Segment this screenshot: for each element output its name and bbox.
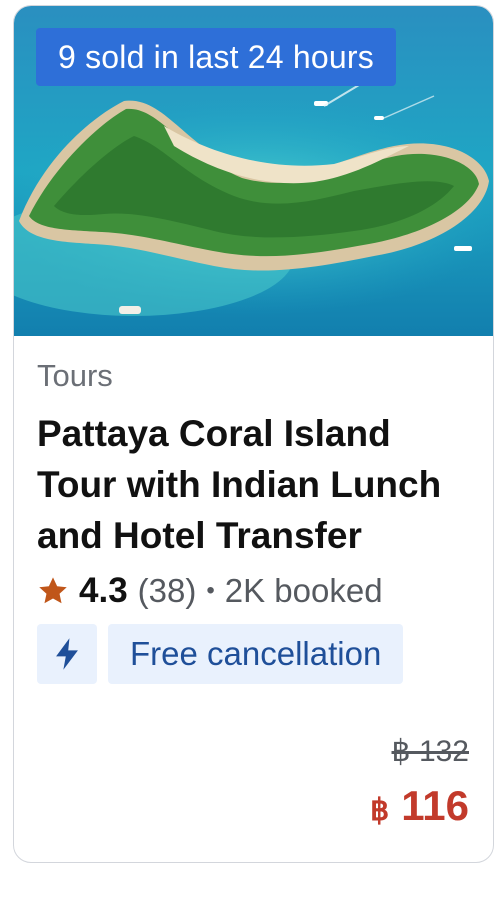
- sold-count-badge: 9 sold in last 24 hours: [36, 28, 396, 86]
- separator-dot: •: [206, 577, 215, 604]
- lightning-bolt-icon: [56, 638, 78, 670]
- category-label: Tours: [37, 358, 113, 393]
- price-amount: 116: [401, 782, 469, 829]
- instant-confirmation-chip: [37, 624, 97, 684]
- rating-value: 4.3: [79, 571, 128, 610]
- price-currency: ฿: [370, 794, 390, 827]
- free-cancellation-chip: Free cancellation: [108, 624, 404, 684]
- review-count: (38): [137, 572, 197, 609]
- original-price: ฿ 132: [391, 735, 469, 768]
- rating-row: 4.3 (38) • 2K booked: [37, 571, 383, 611]
- current-price: ฿ 116: [370, 782, 469, 830]
- tour-title[interactable]: Pattaya Coral Island Tour with Indian Lu…: [37, 408, 477, 561]
- product-card[interactable]: 9 sold in last 24 hours Tours Pattaya Co…: [13, 5, 494, 863]
- tour-photo[interactable]: 9 sold in last 24 hours: [14, 6, 493, 336]
- booked-count: 2K booked: [224, 572, 383, 609]
- star-icon: [39, 577, 67, 604]
